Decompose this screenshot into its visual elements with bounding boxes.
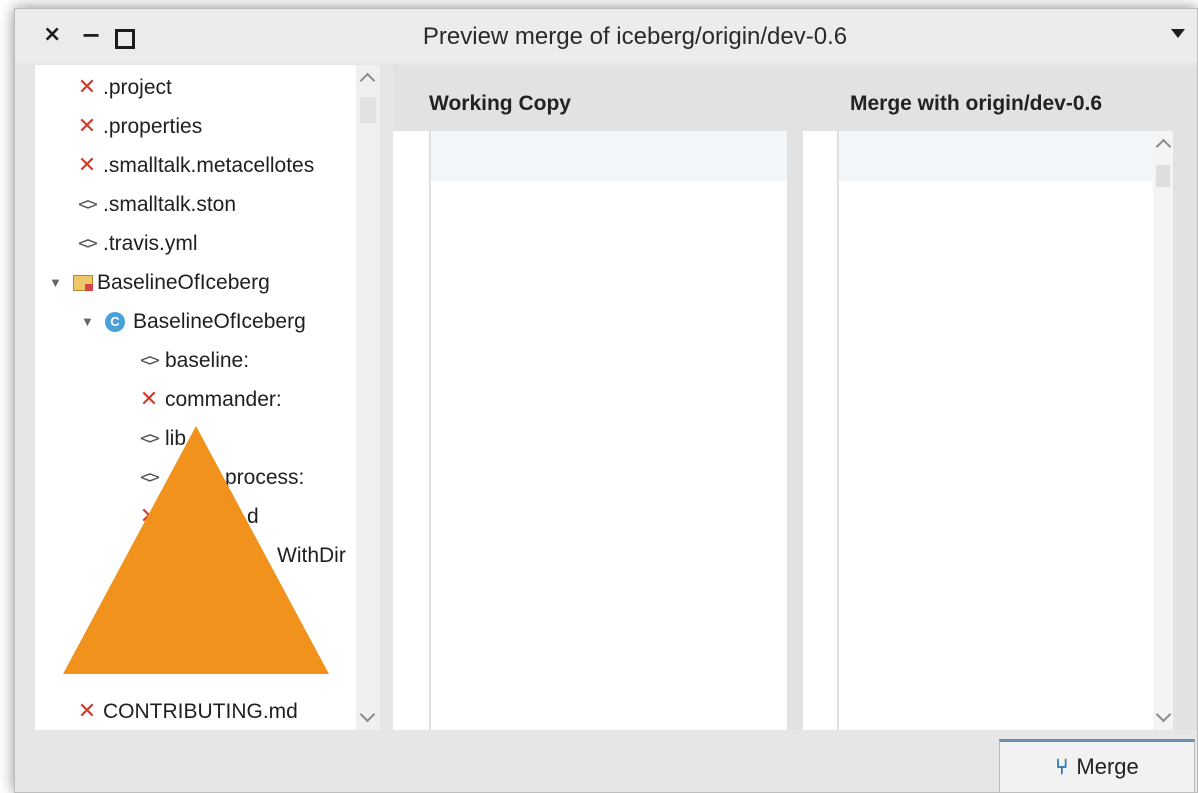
code-icon: <> [140, 350, 160, 372]
remove-icon: ✕ [77, 75, 97, 101]
overlay-triangle [63, 426, 329, 674]
working-copy-pane[interactable] [431, 131, 787, 730]
scroll-thumb[interactable] [360, 97, 376, 123]
window-title: Preview merge of iceberg/origin/dev-0.6 [422, 23, 848, 50]
tree-item[interactable]: <> baseline: [137, 342, 249, 380]
merge-preview-window: × − Preview merge of iceberg/origin/dev-… [14, 8, 1198, 793]
merge-button[interactable]: ⑂ Merge [999, 739, 1195, 792]
tree-scrollbar[interactable] [356, 65, 380, 730]
scroll-thumb[interactable] [1156, 165, 1170, 187]
tree-item[interactable]: <> .smalltalk.ston [75, 186, 236, 224]
remove-icon: ✕ [77, 114, 97, 140]
maximize-icon[interactable] [115, 29, 135, 49]
remove-icon: ✕ [77, 699, 97, 725]
class-icon: C [105, 312, 125, 333]
expand-triangle-icon[interactable]: ▼ [81, 303, 99, 341]
tree-item[interactable]: ✕ commander: [137, 381, 282, 419]
minimize-icon[interactable]: − [81, 21, 101, 49]
merge-target-pane[interactable] [839, 131, 1153, 730]
scroll-down-icon[interactable] [1155, 706, 1172, 723]
tree-item[interactable]: <> .travis.yml [75, 225, 197, 263]
expand-triangle-icon[interactable]: ▼ [49, 264, 67, 302]
tree-item[interactable]: ✕ CONTRIBUTING.md [75, 693, 298, 730]
tree-item[interactable]: ✕ .properties [75, 108, 202, 146]
title-bar[interactable]: × − Preview merge of iceberg/origin/dev-… [15, 9, 1197, 63]
merge-target-header: Merge with origin/dev-0.6 [850, 92, 1103, 115]
diff-scrollbar[interactable] [1153, 131, 1173, 730]
scroll-up-icon[interactable] [1155, 138, 1172, 155]
tree-item[interactable]: ✕ .project [75, 69, 172, 107]
code-icon: <> [78, 194, 98, 216]
scroll-up-icon[interactable] [359, 72, 376, 89]
diff-view: Working Copy Merge with origin/dev-0.6 [393, 65, 1197, 730]
merge-icon: ⑂ [1055, 755, 1069, 780]
highlighted-line [839, 131, 1153, 181]
left-line-gutter [393, 131, 430, 730]
working-copy-header: Working Copy [429, 92, 571, 115]
code-icon: <> [78, 233, 98, 255]
window-menu-icon[interactable] [1171, 29, 1185, 38]
close-icon[interactable]: × [43, 21, 61, 49]
right-line-gutter [803, 131, 838, 730]
tree-item-class[interactable]: ▼ C BaselineOfIceberg [81, 303, 306, 341]
remove-icon: ✕ [139, 387, 159, 413]
package-icon [73, 275, 93, 292]
scroll-down-icon[interactable] [359, 706, 376, 723]
tree-item-package[interactable]: ▼ BaselineOfIceberg [49, 264, 270, 302]
tree-item[interactable]: ✕ .smalltalk.metacellotes [75, 147, 314, 185]
highlighted-line [431, 131, 787, 181]
remove-icon: ✕ [77, 153, 97, 179]
